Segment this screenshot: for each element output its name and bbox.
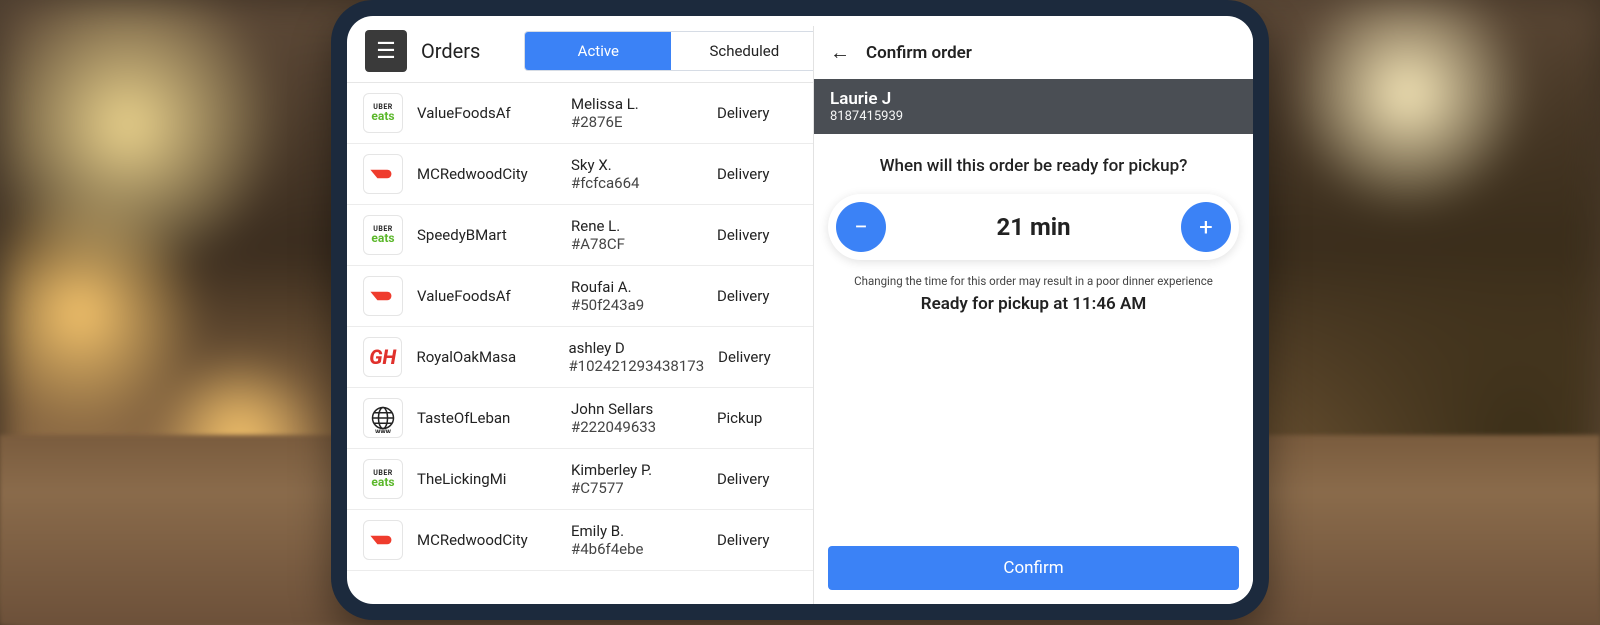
order-id: #A78CF <box>571 235 703 253</box>
order-id: #fcfca664 <box>571 174 703 192</box>
order-row[interactable]: WWW TasteOfLeban John Sellars#222049633 Pic… <box>347 388 813 449</box>
pickup-question: When will this order be ready for pickup… <box>814 134 1253 194</box>
customer-name: Roufai A. <box>571 278 703 296</box>
order-type: Delivery <box>717 531 797 549</box>
order-type: Pickup <box>717 409 797 427</box>
content-area: UBEReats ValueFoodsAf Melissa L.#2876E Deli… <box>347 82 1253 604</box>
page-title: Orders <box>421 39 480 63</box>
restaurant-name: SpeedyBMart <box>417 226 557 244</box>
svg-text:WWW: WWW <box>375 429 392 433</box>
order-type: Delivery <box>717 226 797 244</box>
order-id: #4b6f4ebe <box>571 540 703 558</box>
ubereats-icon: UBEReats <box>363 93 403 133</box>
order-row[interactable]: MCRedwoodCity Emily B.#4b6f4ebe Delivery <box>347 510 813 571</box>
order-type: Delivery <box>717 165 797 183</box>
customer-phone: 8187415939 <box>830 109 1237 124</box>
order-row[interactable]: UBEReats ValueFoodsAf Melissa L.#2876E Deli… <box>347 83 813 144</box>
detail-header: ← Confirm order <box>814 26 1253 79</box>
restaurant-name: TasteOfLeban <box>417 409 557 427</box>
order-row[interactable]: MCRedwoodCity Sky X.#fcfca664 Delivery <box>347 144 813 205</box>
order-id: #C7577 <box>571 479 703 497</box>
order-row[interactable]: UBEReats TheLickingMi Kimberley P.#C7577 De… <box>347 449 813 510</box>
order-id: #50f243a9 <box>571 296 703 314</box>
customer-name: ashley D <box>568 339 704 357</box>
web-icon: WWW <box>363 398 403 438</box>
order-list[interactable]: UBEReats ValueFoodsAf Melissa L.#2876E Deli… <box>347 82 813 604</box>
decrement-button[interactable]: − <box>836 202 886 252</box>
order-type: Delivery <box>717 104 797 122</box>
customer-col: Kimberley P.#C7577 <box>571 461 703 497</box>
customer-name: John Sellars <box>571 400 703 418</box>
order-row[interactable]: ValueFoodsAf Roufai A.#50f243a9 Delivery <box>347 266 813 327</box>
restaurant-name: ValueFoodsAf <box>417 287 557 305</box>
customer-name: Kimberley P. <box>571 461 703 479</box>
order-id: #102421293438173 <box>568 357 704 375</box>
restaurant-name: MCRedwoodCity <box>417 165 557 183</box>
customer-col: Melissa L.#2876E <box>571 95 703 131</box>
customer-name: Sky X. <box>571 156 703 174</box>
customer-col: Sky X.#fcfca664 <box>571 156 703 192</box>
menu-button[interactable]: ☰ <box>365 30 407 72</box>
customer-col: John Sellars#222049633 <box>571 400 703 436</box>
minus-icon: − <box>854 213 868 241</box>
tablet-frame: ☰ Orders Active Scheduled UBEReats ValueF… <box>331 0 1269 620</box>
customer-name: Laurie J <box>830 89 1237 109</box>
time-value: 21 min <box>996 213 1070 241</box>
restaurant-name: RoyalOakMasa <box>416 348 554 366</box>
customer-col: Roufai A.#50f243a9 <box>571 278 703 314</box>
ubereats-icon: UBEReats <box>363 459 403 499</box>
ubereats-icon: UBEReats <box>363 215 403 255</box>
order-detail-panel: ← Confirm order Laurie J 8187415939 When… <box>813 26 1253 604</box>
confirm-button[interactable]: Confirm <box>828 546 1239 590</box>
order-id: #2876E <box>571 113 703 131</box>
tab-group: Active Scheduled <box>524 31 818 71</box>
order-type: Delivery <box>717 287 797 305</box>
tab-active[interactable]: Active <box>525 32 671 70</box>
customer-bar: Laurie J 8187415939 <box>814 79 1253 134</box>
order-type: Delivery <box>717 470 797 488</box>
customer-col: Rene L.#A78CF <box>571 217 703 253</box>
customer-name: Rene L. <box>571 217 703 235</box>
doordash-icon <box>363 520 403 560</box>
back-arrow-icon[interactable]: ← <box>830 40 850 65</box>
detail-title: Confirm order <box>866 43 972 63</box>
customer-name: Melissa L. <box>571 95 703 113</box>
order-row[interactable]: GH RoyalOakMasa ashley D#102421293438173 De… <box>347 327 813 388</box>
customer-name: Emily B. <box>571 522 703 540</box>
restaurant-name: TheLickingMi <box>417 470 557 488</box>
restaurant-name: MCRedwoodCity <box>417 531 557 549</box>
doordash-icon <box>363 154 403 194</box>
customer-col: Emily B.#4b6f4ebe <box>571 522 703 558</box>
change-warning: Changing the time for this order may res… <box>814 260 1253 292</box>
time-stepper: − 21 min + <box>828 194 1239 260</box>
doordash-icon <box>363 276 403 316</box>
app-screen: ☰ Orders Active Scheduled UBEReats ValueF… <box>347 16 1253 604</box>
order-type: Delivery <box>718 348 797 366</box>
grubhub-icon: GH <box>363 337 402 377</box>
order-id: #222049633 <box>571 418 703 436</box>
ready-time: Ready for pickup at 11:46 AM <box>814 292 1253 322</box>
restaurant-name: ValueFoodsAf <box>417 104 557 122</box>
plus-icon: + <box>1199 213 1213 241</box>
hamburger-icon: ☰ <box>376 39 396 64</box>
order-row[interactable]: UBEReats SpeedyBMart Rene L.#A78CF Delivery <box>347 205 813 266</box>
increment-button[interactable]: + <box>1181 202 1231 252</box>
customer-col: ashley D#102421293438173 <box>568 339 704 375</box>
tab-scheduled[interactable]: Scheduled <box>671 32 817 70</box>
